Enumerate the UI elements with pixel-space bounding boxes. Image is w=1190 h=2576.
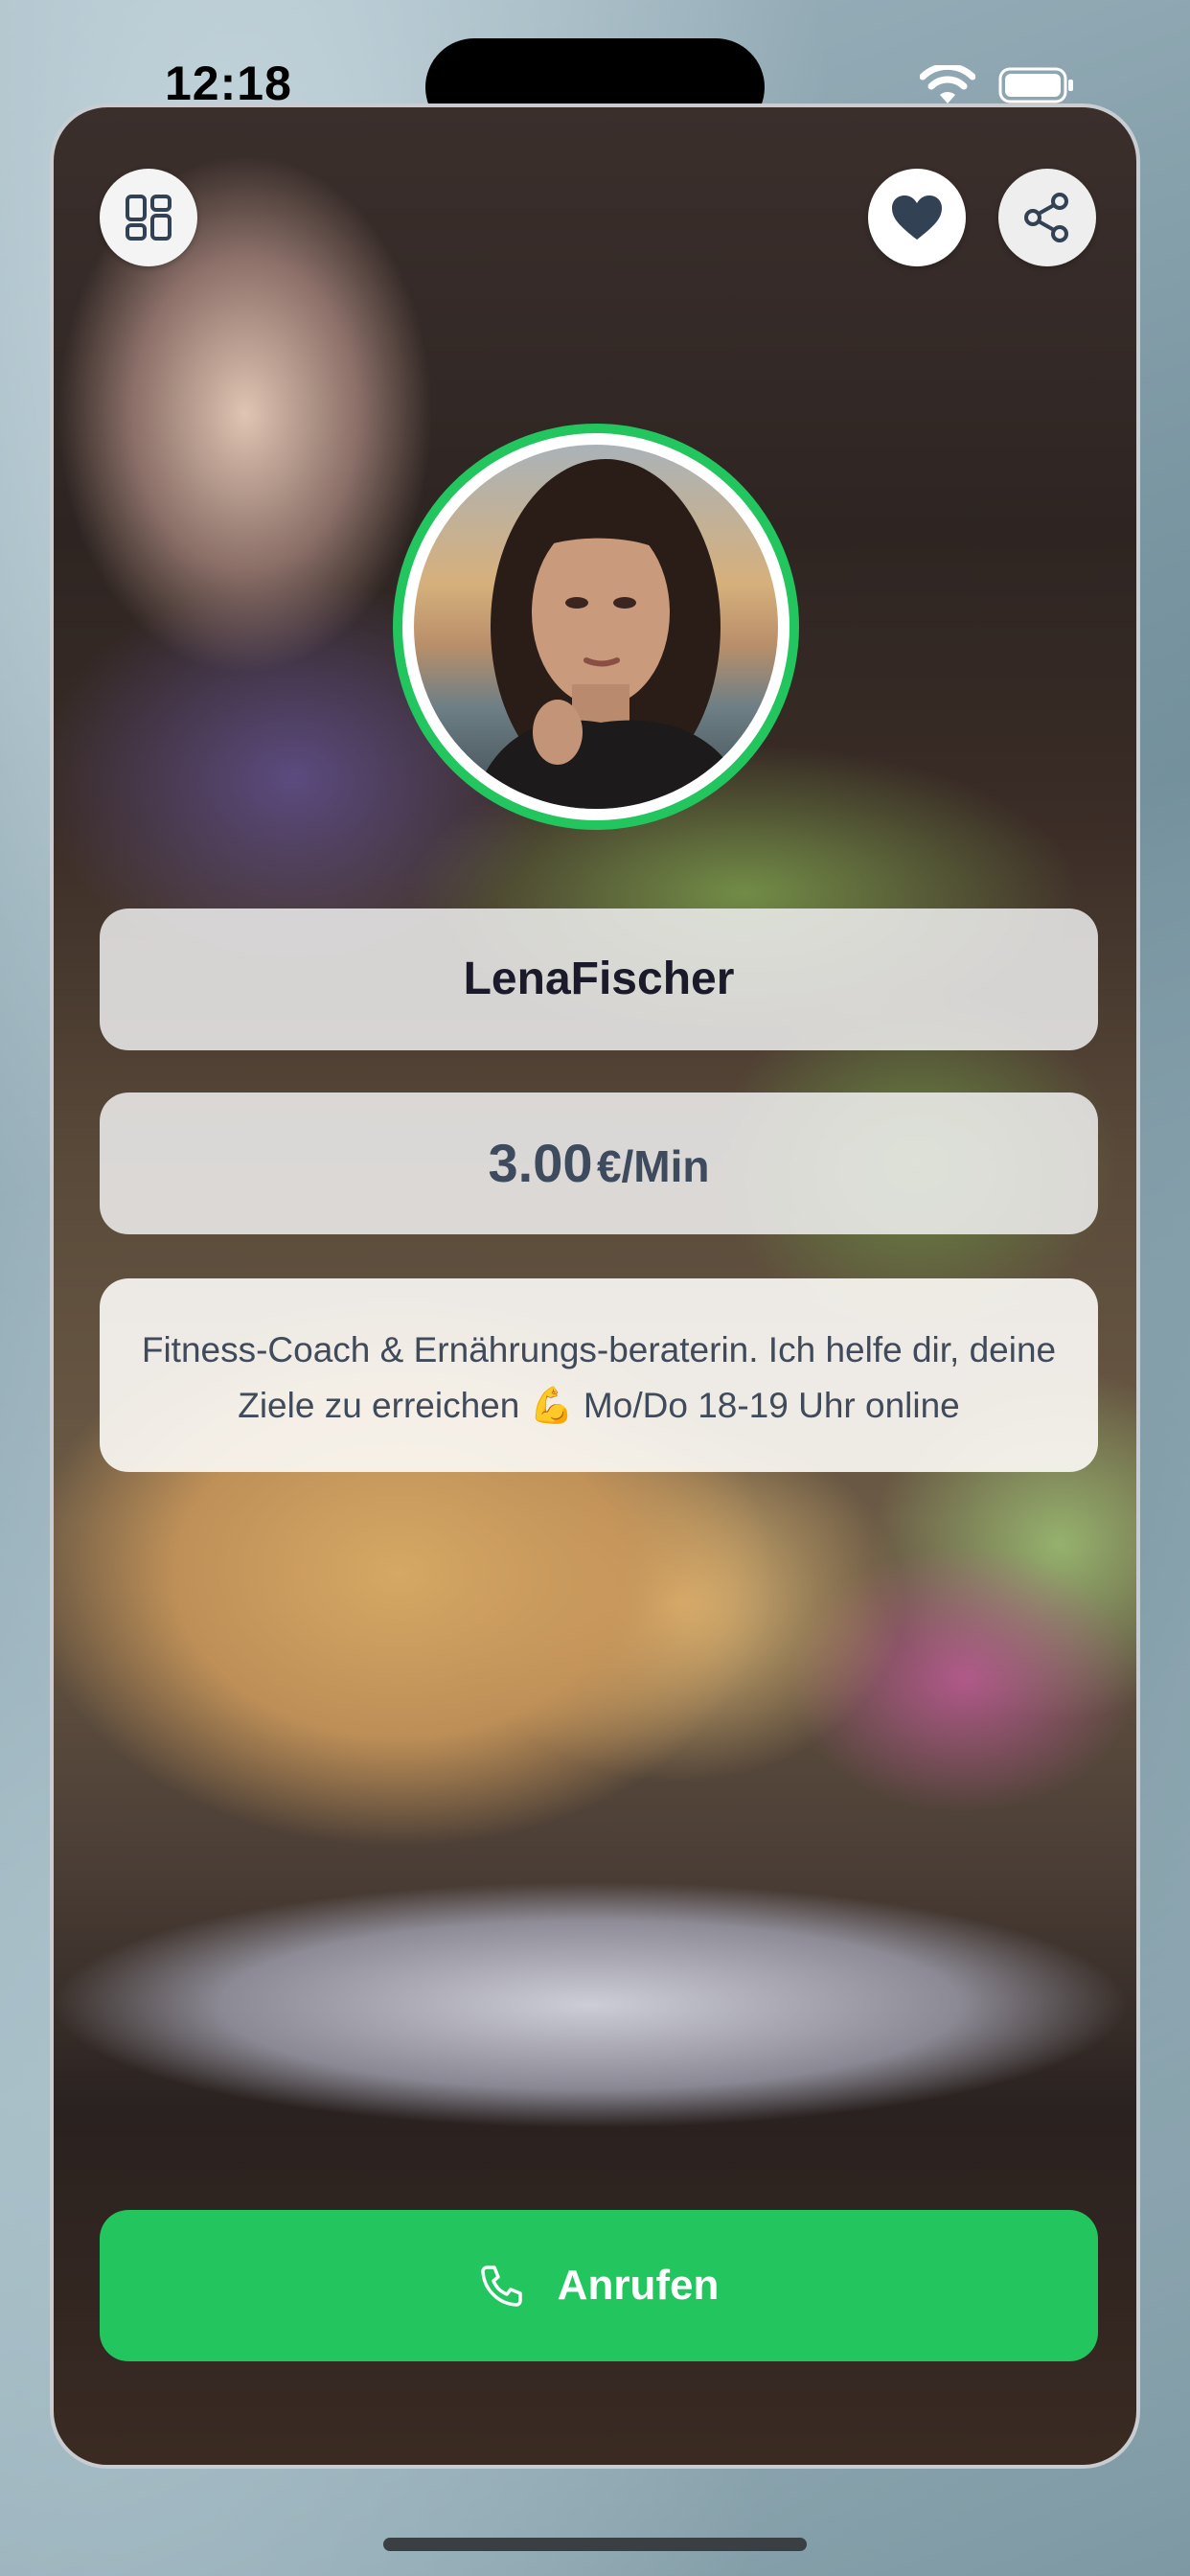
price-panel: 3.00 €/Min: [100, 1092, 1098, 1234]
price-display: 3.00 €/Min: [100, 1092, 1098, 1249]
favorite-button[interactable]: [868, 169, 966, 266]
menu-button[interactable]: [100, 169, 197, 266]
status-bar: 12:18: [0, 0, 1190, 136]
call-button-label: Anrufen: [557, 2262, 720, 2309]
grid-icon: [126, 195, 172, 241]
heart-icon: [892, 196, 942, 240]
name-panel: LenaFischer: [100, 908, 1098, 1050]
phone-icon: [480, 2266, 522, 2307]
call-button[interactable]: Anrufen: [100, 2210, 1098, 2361]
profile-bio: Fitness-Coach & Ernährungs-beraterin. Ic…: [141, 1330, 1057, 1425]
battery-icon: [998, 67, 1073, 104]
profile-card: LenaFischer 3.00 €/Min Fitness-Coach & E…: [50, 104, 1140, 2469]
avatar-online-ring: [393, 424, 799, 830]
price-value: 3.00: [488, 1133, 593, 1193]
avatar-portrait: [471, 459, 749, 809]
avatar: [414, 445, 778, 809]
home-indicator[interactable]: [383, 2538, 807, 2551]
bio-panel: Fitness-Coach & Ernährungs-beraterin. Ic…: [100, 1278, 1098, 1472]
price-unit: €/Min: [596, 1141, 710, 1191]
share-button[interactable]: [998, 169, 1096, 266]
profile-name: LenaFischer: [463, 954, 735, 1004]
wifi-icon: [920, 65, 975, 104]
share-icon: [1024, 193, 1068, 242]
